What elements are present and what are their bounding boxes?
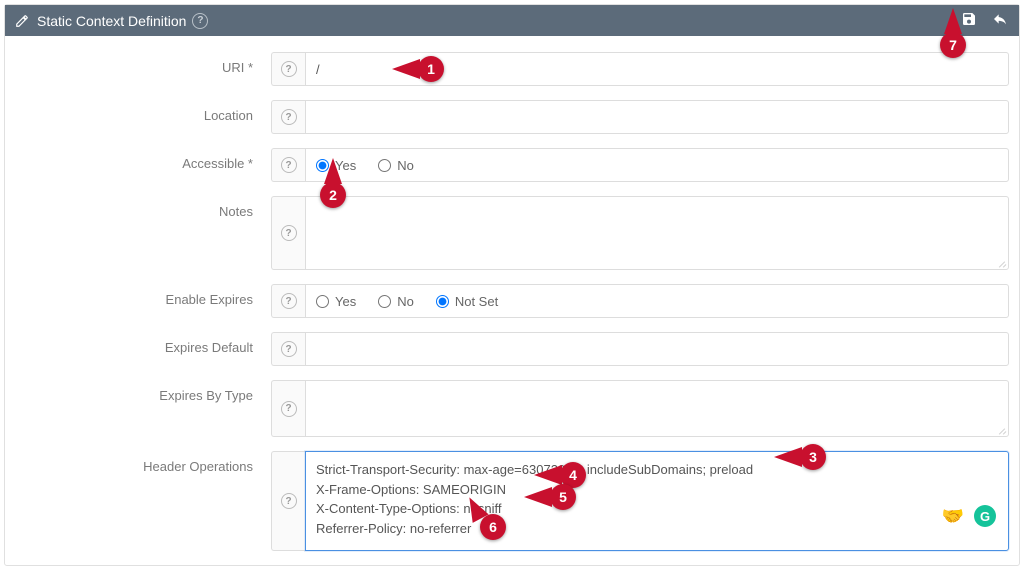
panel-body: URI * ? Location ? Accessible * ? Yes No [5, 36, 1019, 565]
accessible-no[interactable]: No [378, 158, 414, 173]
row-location: Location ? [15, 100, 1009, 134]
help-icon[interactable]: ? [271, 284, 305, 318]
accessible-input-wrap: Yes No [305, 148, 1009, 182]
panel: Static Context Definition ? URI * ? Loca… [4, 4, 1020, 566]
header-ops-label: Header Operations [15, 451, 271, 551]
clap-icon[interactable]: 🤝 [942, 506, 964, 527]
edit-icon [15, 14, 29, 28]
help-icon[interactable]: ? [271, 196, 305, 270]
help-icon[interactable]: ? [271, 52, 305, 86]
row-accessible: Accessible * ? Yes No [15, 148, 1009, 182]
save-icon[interactable] [961, 11, 977, 30]
help-icon[interactable]: ? [271, 148, 305, 182]
resize-handle-icon[interactable] [996, 424, 1006, 434]
row-expires-default: Expires Default ? [15, 332, 1009, 366]
panel-header: Static Context Definition ? [5, 5, 1019, 36]
expires-no[interactable]: No [378, 294, 414, 309]
resize-handle-icon[interactable] [996, 257, 1006, 267]
row-header-ops: Header Operations ? [15, 451, 1009, 551]
row-notes: Notes ? [15, 196, 1009, 270]
radio-label: Not Set [455, 294, 498, 309]
expires-by-type-input-wrap [305, 380, 1009, 437]
expires-by-type-input[interactable] [316, 389, 998, 428]
accessible-label: Accessible * [15, 148, 271, 182]
row-uri: URI * ? [15, 52, 1009, 86]
row-enable-expires: Enable Expires ? Yes No Not Set [15, 284, 1009, 318]
notes-input-wrap [305, 196, 1009, 270]
uri-input[interactable] [316, 62, 998, 77]
notes-input[interactable] [316, 205, 998, 261]
expires-default-input-wrap [305, 332, 1009, 366]
radio-label: Yes [335, 294, 356, 309]
location-input[interactable] [316, 110, 998, 125]
expires-by-type-label: Expires By Type [15, 380, 271, 437]
radio-label: Yes [335, 158, 356, 173]
help-icon[interactable]: ? [271, 451, 305, 551]
float-icons: 🤝 G [942, 505, 996, 527]
header-ops-input-wrap [305, 451, 1009, 551]
panel-title: Static Context Definition [37, 13, 186, 29]
grammarly-icon[interactable]: G [974, 505, 996, 527]
radio-label: No [397, 158, 414, 173]
expires-notset[interactable]: Not Set [436, 294, 498, 309]
location-label: Location [15, 100, 271, 134]
expires-default-label: Expires Default [15, 332, 271, 366]
notes-label: Notes [15, 196, 271, 270]
row-expires-by-type: Expires By Type ? [15, 380, 1009, 437]
enable-expires-input-wrap: Yes No Not Set [305, 284, 1009, 318]
header-ops-input[interactable] [316, 460, 998, 542]
help-icon[interactable]: ? [271, 332, 305, 366]
expires-default-input[interactable] [316, 342, 998, 357]
enable-expires-label: Enable Expires [15, 284, 271, 318]
uri-label: URI * [15, 52, 271, 86]
expires-yes[interactable]: Yes [316, 294, 356, 309]
location-input-wrap [305, 100, 1009, 134]
help-icon[interactable]: ? [271, 100, 305, 134]
radio-label: No [397, 294, 414, 309]
accessible-yes[interactable]: Yes [316, 158, 356, 173]
back-icon[interactable] [991, 11, 1009, 30]
uri-input-wrap [305, 52, 1009, 86]
help-icon[interactable]: ? [192, 12, 208, 29]
help-icon[interactable]: ? [271, 380, 305, 437]
